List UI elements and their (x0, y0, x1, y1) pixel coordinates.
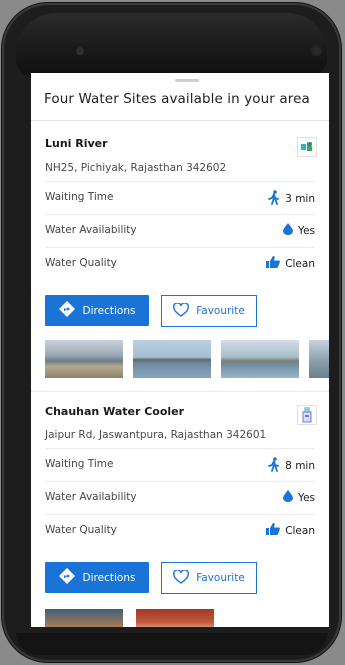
site-photo[interactable] (45, 340, 123, 378)
phone-bezel-bottom (16, 633, 327, 655)
water-availability-value: Yes (298, 491, 315, 504)
site-name: Chauhan Water Cooler (45, 405, 185, 418)
directions-icon (58, 567, 75, 587)
site-photo[interactable] (309, 340, 329, 378)
favourite-label: Favourite (196, 572, 245, 584)
row-label: Water Quality (45, 524, 117, 536)
row-value: Yes (283, 223, 315, 238)
drag-handle[interactable] (175, 79, 199, 82)
phone-bezel-top (16, 13, 327, 77)
row-value: Clean (266, 256, 315, 271)
waiting-time-row: Waiting Time 3 min (45, 181, 315, 215)
water-availability-value: Yes (298, 224, 315, 237)
walking-person-icon (268, 190, 280, 208)
heart-icon (173, 568, 190, 587)
waiting-time-row: Waiting Time 8 min (45, 448, 315, 482)
water-quality-row: Water Quality Clean (45, 247, 315, 281)
favourite-button[interactable]: Favourite (161, 295, 257, 327)
row-value: 8 min (268, 457, 315, 475)
site-name: Luni River (45, 137, 108, 150)
water-cooler-icon (297, 405, 317, 425)
row-label: Waiting Time (45, 191, 114, 203)
walking-person-icon (268, 457, 280, 475)
site-address: NH25, Pichiyak, Rajasthan 342602 (45, 162, 227, 174)
water-quality-row: Water Quality Clean (45, 514, 315, 548)
river-water-icon (297, 137, 317, 157)
water-drop-icon (283, 490, 294, 505)
water-availability-row: Water Availability Yes (45, 481, 315, 515)
thumbs-up-icon (266, 523, 281, 538)
divider (31, 391, 329, 392)
water-quality-value: Clean (285, 257, 315, 270)
sheet-title: Four Water Sites available in your area (44, 91, 310, 107)
water-quality-value: Clean (285, 524, 315, 537)
site-photo[interactable] (45, 609, 123, 627)
bottom-sheet: Four Water Sites available in your area … (31, 73, 329, 627)
row-label: Water Quality (45, 257, 117, 269)
directions-icon (58, 300, 75, 320)
camera-icon (311, 45, 322, 56)
waiting-time-value: 3 min (285, 193, 315, 205)
row-value: Clean (266, 523, 315, 538)
water-availability-row: Water Availability Yes (45, 214, 315, 248)
site-photo[interactable] (221, 340, 299, 378)
waiting-time-value: 8 min (285, 460, 315, 472)
speaker-icon (76, 47, 84, 55)
site-address: Jaipur Rd, Jaswantpura, Rajasthan 342601 (45, 429, 267, 441)
heart-icon (173, 301, 190, 320)
directions-button[interactable]: Directions (45, 562, 149, 593)
row-value: Yes (283, 490, 315, 505)
row-label: Water Availability (45, 491, 137, 503)
site-photo[interactable] (136, 609, 214, 627)
favourite-button[interactable]: Favourite (161, 562, 257, 594)
directions-label: Directions (82, 571, 136, 584)
site-photo[interactable] (133, 340, 211, 378)
divider (31, 120, 329, 121)
directions-label: Directions (82, 304, 136, 317)
directions-button[interactable]: Directions (45, 295, 149, 326)
thumbs-up-icon (266, 256, 281, 271)
row-label: Waiting Time (45, 458, 114, 470)
row-value: 3 min (268, 190, 315, 208)
favourite-label: Favourite (196, 305, 245, 317)
row-label: Water Availability (45, 224, 137, 236)
water-drop-icon (283, 223, 294, 238)
